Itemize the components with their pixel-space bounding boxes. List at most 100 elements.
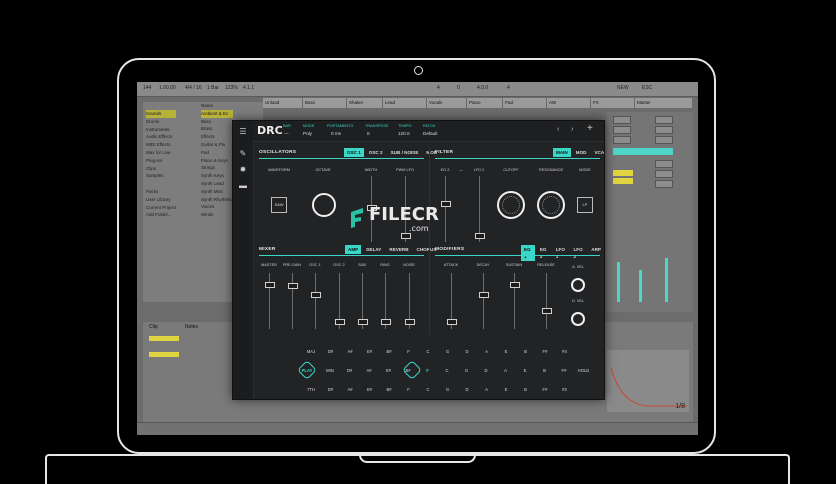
d-vel-knob[interactable]: [571, 312, 585, 326]
note-key[interactable]: A: [480, 349, 494, 354]
loop-start[interactable]: 4.1.1: [243, 85, 254, 91]
note-key[interactable]: E#: [363, 387, 377, 392]
modifier-fader-handle[interactable]: [447, 319, 457, 325]
track-header[interactable]: Piano: [467, 98, 503, 108]
track-header[interactable]: Lead: [383, 98, 427, 108]
playing-clip[interactable]: [613, 178, 633, 184]
browser-item[interactable]: Bass: [201, 118, 233, 126]
note-key[interactable]: A: [499, 368, 513, 373]
chord-type-key[interactable]: MAJ: [304, 349, 318, 354]
add-patch-icon[interactable]: +: [587, 123, 593, 134]
playing-clip[interactable]: [613, 170, 633, 176]
note-key[interactable]: D#: [343, 368, 357, 373]
tab-lfo2[interactable]: LFO 2: [571, 245, 587, 261]
tab-eg1[interactable]: EG 1: [521, 245, 535, 261]
tab-sub-noise[interactable]: SUB / NOISE: [388, 148, 422, 157]
browser-item[interactable]: Add Folder...: [146, 211, 176, 219]
track-header[interactable]: Bass: [303, 98, 347, 108]
count-field[interactable]: 4: [507, 85, 510, 91]
mode-value[interactable]: Poly: [303, 131, 312, 136]
browser-item[interactable]: Drums: [146, 118, 176, 126]
filter-mode-lp-button[interactable]: LP: [577, 197, 593, 213]
quantize-display[interactable]: 1 Bar: [207, 85, 219, 91]
next-patch-icon[interactable]: ›: [571, 126, 573, 133]
lfo2-slider-handle[interactable]: [475, 233, 485, 239]
beat-field[interactable]: 0: [457, 85, 460, 91]
tempo-value[interactable]: 120.0: [398, 131, 410, 136]
track-header-master[interactable]: Master: [635, 98, 693, 108]
tab-reverb[interactable]: REVERB: [386, 245, 411, 254]
modifier-fader-handle[interactable]: [510, 282, 520, 288]
note-key[interactable]: E: [499, 349, 513, 354]
browser-item[interactable]: Synth Keys: [201, 172, 233, 180]
chat-icon[interactable]: ▬: [238, 181, 248, 191]
note-key[interactable]: C: [421, 349, 435, 354]
note-key[interactable]: B#: [382, 387, 396, 392]
browser-item[interactable]: Synth Rhythmic: [201, 196, 233, 204]
browser-item[interactable]: Current Project: [146, 204, 176, 212]
note-key[interactable]: G: [441, 387, 455, 392]
clip-color-field[interactable]: [149, 352, 179, 357]
menu-icon[interactable]: ☰: [238, 127, 248, 137]
browser-item[interactable]: Piano & Keys: [201, 157, 233, 165]
browser-item[interactable]: Max for Live: [146, 149, 176, 157]
note-key[interactable]: F#: [538, 387, 552, 392]
note-key[interactable]: G: [441, 349, 455, 354]
note-key[interactable]: B: [519, 349, 533, 354]
note-key[interactable]: G: [460, 368, 474, 373]
play-button[interactable]: PLAY: [299, 368, 315, 373]
note-key[interactable]: B#: [382, 349, 396, 354]
browser-item[interactable]: Sounds: [146, 110, 177, 118]
browser-item[interactable]: Strings: [201, 164, 233, 172]
octave-knob[interactable]: [312, 193, 336, 217]
bar-value[interactable]: —: [284, 131, 289, 136]
patch-value[interactable]: Default: [423, 131, 438, 136]
browser-item[interactable]: Clips: [146, 165, 176, 173]
mixer-fader-handle[interactable]: [288, 283, 298, 289]
chord-type-key[interactable]: MIN: [323, 368, 337, 373]
tab-osc2[interactable]: OSC 2: [366, 148, 386, 157]
note-key[interactable]: F: [402, 387, 416, 392]
mixer-fader-handle[interactable]: [265, 282, 275, 288]
browser-item[interactable]: Winds: [201, 211, 233, 219]
tab-main[interactable]: MAIN: [553, 148, 571, 157]
mixer-fader-handle[interactable]: [358, 319, 368, 325]
track-header[interactable]: Pad: [503, 98, 547, 108]
clip-slot[interactable]: [613, 126, 631, 134]
tab-osc1[interactable]: OSC 1: [344, 148, 364, 157]
tab-arp[interactable]: ARP: [588, 245, 604, 261]
note-key[interactable]: E: [499, 387, 513, 392]
note-key[interactable]: A: [480, 387, 494, 392]
wrench-icon[interactable]: ✎: [238, 149, 248, 159]
browser-item[interactable]: Guitar & Plu: [201, 141, 233, 149]
note-key[interactable]: F#: [538, 349, 552, 354]
tab-lfo1[interactable]: LFO 1: [553, 245, 569, 261]
track-header[interactable]: FX: [591, 98, 635, 108]
note-key[interactable]: F: [402, 349, 416, 354]
clip-slot[interactable]: [613, 116, 631, 124]
zoom-display[interactable]: 123%: [225, 85, 238, 91]
tab-eg2[interactable]: EG 2: [537, 245, 551, 261]
clip-slot[interactable]: [655, 160, 673, 168]
position-display[interactable]: 1.00.00: [159, 85, 176, 91]
browser-item[interactable]: Ambient & Ev: [201, 109, 233, 118]
note-key[interactable]: F: [421, 368, 435, 373]
note-key[interactable]: B: [538, 368, 552, 373]
clip-slot[interactable]: [655, 170, 673, 178]
note-key[interactable]: #4: [558, 349, 572, 354]
waveform-saw-button[interactable]: SAW: [271, 197, 287, 213]
pwm-slider-handle[interactable]: [401, 233, 411, 239]
track-header[interactable]: Shaker: [347, 98, 383, 108]
note-key[interactable]: C: [421, 387, 435, 392]
tempo-display[interactable]: 144: [143, 85, 151, 91]
tab-filter-mod[interactable]: MOD: [573, 148, 590, 157]
browser-item[interactable]: Pad: [201, 149, 233, 157]
browser-item[interactable]: Plug-ins: [146, 157, 176, 165]
clip-name-field[interactable]: [149, 336, 179, 341]
browser-item[interactable]: Effects: [201, 133, 233, 141]
tab-vca[interactable]: VCA: [591, 148, 607, 157]
browser-item[interactable]: Synth Lead: [201, 180, 233, 188]
browser-item[interactable]: Brass: [201, 125, 233, 133]
mixer-fader-handle[interactable]: [311, 292, 321, 298]
esc-button[interactable]: ESC: [642, 85, 652, 91]
